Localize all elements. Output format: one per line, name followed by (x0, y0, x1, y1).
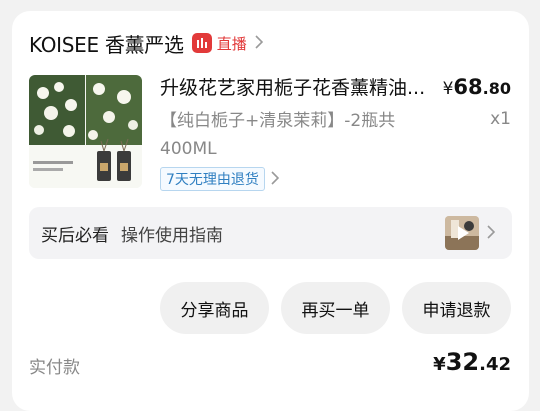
shop-header[interactable]: KOISEE 香薰严选 直播 (29, 29, 263, 57)
product-title[interactable]: 升级花艺家用栀子花香薰精油... (160, 75, 430, 101)
variant-line: 400ML (160, 139, 217, 159)
price-integer: 68 (453, 75, 483, 99)
live-icon[interactable] (191, 33, 212, 53)
product-image[interactable] (29, 75, 142, 188)
product-price: ¥68.80 (443, 74, 511, 102)
return-policy-badge[interactable]: 7天无理由退货 (160, 167, 265, 191)
usage-guide-banner[interactable]: 买后必看 操作使用指南 (29, 207, 512, 259)
return-policy[interactable]: 7天无理由退货 (160, 167, 280, 191)
chevron-right-icon[interactable] (255, 34, 263, 53)
order-card: KOISEE 香薰严选 直播 升级花艺家用栀子花香薰精油... ¥68.80 【… (12, 11, 529, 411)
variant-line: 【纯白栀子+清泉茉莉】-2瓶共 (160, 111, 396, 131)
guide-video-thumbnail[interactable] (445, 216, 479, 250)
live-label[interactable]: 直播 (217, 33, 247, 54)
guide-label: 买后必看 (41, 226, 109, 246)
price-symbol: ¥ (442, 79, 454, 99)
shop-name[interactable]: KOISEE 香薰严选 (29, 29, 184, 58)
paid-integer: 32 (445, 348, 480, 376)
price-decimal: .80 (482, 79, 511, 98)
paid-decimal: .42 (479, 354, 511, 375)
chevron-right-icon[interactable] (487, 224, 496, 243)
chevron-right-icon[interactable] (271, 170, 280, 189)
share-product-button[interactable]: 分享商品 (160, 282, 269, 334)
product-variant: 【纯白栀子+清泉茉莉】-2瓶共 400ML (160, 107, 410, 163)
product-quantity: x1 (490, 109, 511, 129)
paid-amount: ¥32.42 (433, 348, 511, 376)
rebuy-button[interactable]: 再买一单 (281, 282, 390, 334)
guide-text[interactable]: 操作使用指南 (121, 221, 223, 246)
request-refund-button[interactable]: 申请退款 (402, 282, 511, 334)
paid-symbol: ¥ (433, 354, 446, 375)
paid-amount-label: 实付款 (29, 358, 80, 378)
